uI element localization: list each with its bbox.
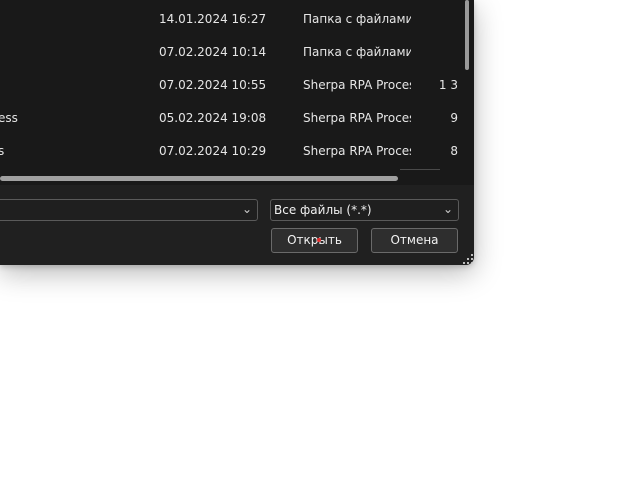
date-modified-cell: 07.02.2024 10:29 — [159, 144, 267, 158]
file-name-cell: s — [0, 144, 5, 158]
date-modified-cell: 07.02.2024 10:14 — [159, 45, 267, 59]
open-button[interactable]: Открыть — [271, 228, 358, 253]
file-size-cell: 8 — [450, 144, 458, 158]
vertical-scrollbar[interactable] — [462, 0, 474, 185]
table-row[interactable]: s 07.02.2024 10:29 Sherpa RPA Proces... … — [0, 135, 462, 168]
date-modified-cell: 14.01.2024 16:27 — [159, 12, 267, 26]
table-row[interactable]: 07.02.2024 10:14 Папка с файлами — [0, 36, 462, 69]
date-modified-cell: 05.02.2024 19:08 — [159, 111, 267, 125]
file-type-cell: Папка с файлами — [303, 45, 411, 59]
file-type-cell: Sherpa RPA Proces... — [303, 144, 411, 158]
file-size-cell: 1 3 — [438, 78, 458, 92]
screen: 14.01.2024 16:27 Папка с файлами 07.02.2… — [0, 0, 640, 480]
resize-grip-icon[interactable] — [463, 254, 473, 264]
table-row[interactable]: ess 05.02.2024 19:08 Sherpa RPA Proces..… — [0, 102, 462, 135]
vertical-scroll-thumb[interactable] — [465, 0, 469, 70]
chevron-down-icon[interactable]: ⌄ — [242, 202, 252, 216]
file-name-cell: ess — [0, 111, 18, 125]
mouse-cursor — [317, 238, 321, 242]
file-type-cell: Sherpa RPA Proces... — [303, 78, 411, 92]
horizontal-scrollbar[interactable] — [0, 169, 462, 185]
cancel-button[interactable]: Отмена — [371, 228, 458, 253]
table-row[interactable]: 14.01.2024 16:27 Папка с файлами — [0, 3, 462, 36]
file-size-cell: 9 — [450, 111, 458, 125]
chevron-down-icon[interactable]: ⌄ — [443, 202, 453, 216]
horizontal-scroll-thumb[interactable] — [0, 176, 398, 181]
file-list[interactable]: 14.01.2024 16:27 Папка с файлами 07.02.2… — [0, 0, 462, 185]
file-type-cell: Sherpa RPA Proces... — [303, 111, 411, 125]
date-modified-cell: 07.02.2024 10:55 — [159, 78, 267, 92]
file-type-cell: Папка с файлами — [303, 12, 411, 26]
open-file-dialog: 14.01.2024 16:27 Папка с файлами 07.02.2… — [0, 0, 474, 265]
file-type-filter-select[interactable]: Все файлы (*.*) ⌄ — [270, 199, 459, 221]
filter-value: Все файлы (*.*) — [274, 203, 372, 217]
file-name-combobox[interactable]: ⌄ — [0, 199, 258, 221]
scrollbar-track-line — [400, 169, 440, 170]
table-row[interactable]: 07.02.2024 10:55 Sherpa RPA Proces... 1 … — [0, 69, 462, 102]
